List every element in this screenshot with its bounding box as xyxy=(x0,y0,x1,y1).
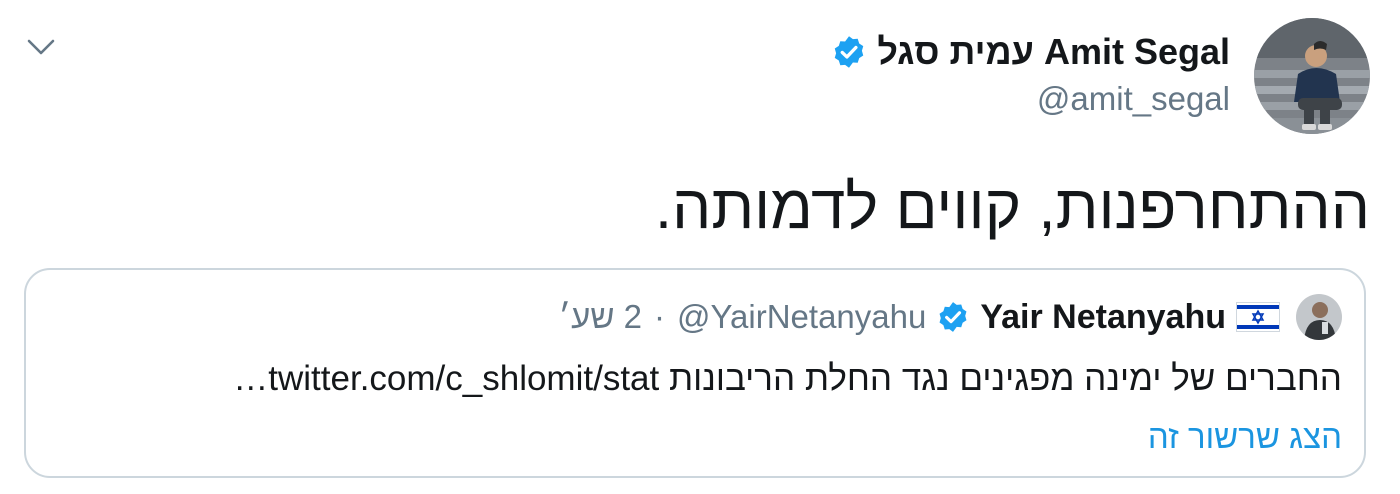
profile-photo-avatar xyxy=(1254,18,1370,134)
verified-badge-icon xyxy=(835,36,864,68)
quoted-author-handle: @YairNetanyahu xyxy=(676,298,927,335)
author-display-name[interactable]: עמית סגל Amit Segal xyxy=(877,31,1230,73)
quoted-author-avatar xyxy=(1296,294,1342,340)
profile-photo-avatar xyxy=(1296,294,1342,340)
tweet-text: ההתחרפנות, קווים לדמותה. xyxy=(654,173,1370,242)
author-handle[interactable]: @amit_segal xyxy=(1037,80,1230,118)
show-thread-link[interactable]: הצג שרשור זה xyxy=(1148,414,1342,460)
quoted-tweet-header: 2 שע׳ · @YairNetanyahu Yair Netanyahu xyxy=(558,292,1280,342)
quoted-tweet-text: החברים של ימינה מפגינים נגד החלת הריבונו… xyxy=(233,359,1342,398)
author-avatar[interactable] xyxy=(1254,18,1370,134)
quoted-author-display-name: Yair Netanyahu xyxy=(980,297,1226,336)
israel-flag-icon xyxy=(1236,302,1280,332)
verified-badge-icon xyxy=(939,302,967,332)
quoted-tweet-time: 2 שע׳ xyxy=(558,298,642,335)
separator-dot: · xyxy=(653,298,665,335)
quoted-tweet-card[interactable]: 2 שע׳ · @YairNetanyahu Yair Netanyahu הח… xyxy=(24,268,1366,478)
author-name-row[interactable]: עמית סגל Amit Segal xyxy=(831,28,1230,76)
tweet-menu-button[interactable] xyxy=(24,32,58,62)
chevron-down-icon xyxy=(27,39,55,55)
